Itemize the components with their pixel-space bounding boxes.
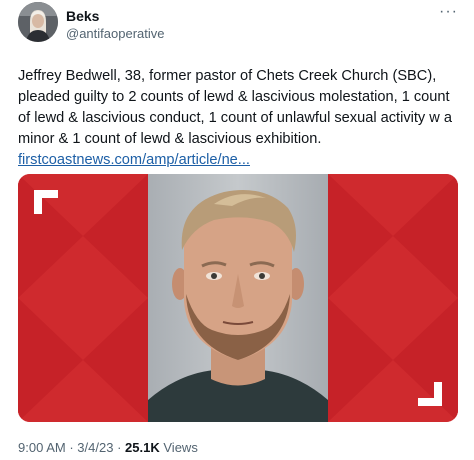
tweet-media[interactable] (18, 174, 458, 422)
avatar-image (18, 2, 58, 42)
article-link[interactable]: firstcoastnews.com/amp/article/ne... (18, 150, 458, 171)
more-options-icon[interactable]: ··· (439, 4, 458, 20)
separator: · (69, 440, 74, 455)
tweet-text: Jeffrey Bedwell, 38, former pastor of Ch… (18, 68, 452, 147)
author-handle[interactable]: @antifaoperative (66, 26, 164, 41)
separator: · (117, 440, 122, 455)
avatar[interactable] (18, 2, 58, 42)
tweet-date[interactable]: 3/4/23 (77, 440, 113, 455)
tweet-text-container: Jeffrey Bedwell, 38, former pastor of Ch… (18, 66, 458, 171)
author-name[interactable]: Beks (66, 8, 99, 24)
tweet-time[interactable]: 9:00 AM (18, 440, 66, 455)
views-count: 25.1K (125, 440, 160, 455)
mugshot-image (18, 174, 458, 422)
tweet-meta: 9:00 AM · 3/4/23 · 25.1K Views (18, 440, 198, 455)
views-label: Views (163, 440, 198, 455)
tweet-header: Beks @antifaoperative ··· (18, 2, 458, 46)
